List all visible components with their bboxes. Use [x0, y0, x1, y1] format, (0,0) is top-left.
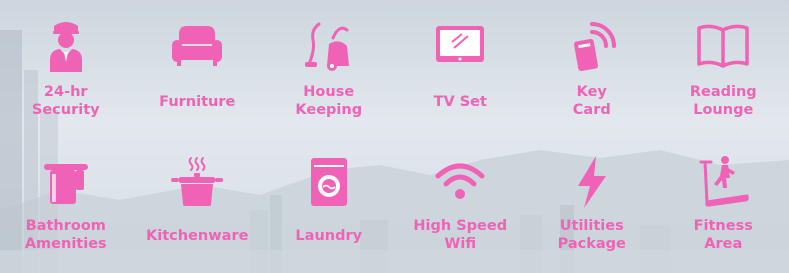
- open-book-icon: [691, 14, 755, 78]
- amenity-label: Fitness Area: [693, 218, 753, 252]
- amenity-reading: Reading Lounge: [658, 0, 789, 136]
- towel-rack-icon: [34, 150, 98, 214]
- amenity-furniture: Furniture: [132, 0, 264, 136]
- amenity-label: Furniture: [159, 94, 236, 110]
- amenity-housekeeping: House Keeping: [263, 0, 395, 136]
- lightning-bolt-icon: [560, 150, 624, 214]
- amenity-fitness: Fitness Area: [658, 136, 789, 273]
- vacuum-cleaner-icon: [297, 14, 361, 78]
- washing-machine-icon: [297, 150, 361, 214]
- amenity-kitchenware: Kitchenware: [132, 136, 264, 273]
- amenity-keycard: Key Card: [526, 0, 658, 136]
- security-guard-icon: [34, 14, 98, 78]
- amenity-laundry: Laundry: [263, 136, 395, 273]
- amenity-label: Kitchenware: [146, 228, 249, 244]
- amenity-utilities: Utilities Package: [526, 136, 658, 273]
- amenity-label: TV Set: [433, 94, 487, 110]
- amenity-label: High Speed Wifi: [413, 218, 508, 252]
- wifi-icon: [428, 150, 492, 214]
- amenity-bathroom: Bathroom Amenities: [0, 136, 132, 273]
- amenity-label: 24-hr Security: [31, 84, 100, 118]
- amenity-security: 24-hr Security: [0, 0, 132, 136]
- amenities-panel: 24-hr Security Furniture House Keeping T…: [0, 0, 789, 273]
- amenity-label: Key Card: [572, 84, 611, 118]
- cooking-pot-icon: [165, 150, 229, 214]
- tv-icon: [428, 14, 492, 78]
- amenity-label: Reading Lounge: [689, 84, 757, 118]
- amenity-tv: TV Set: [395, 0, 527, 136]
- key-card-icon: [560, 14, 624, 78]
- amenity-label: Laundry: [295, 228, 363, 244]
- treadmill-icon: [691, 150, 755, 214]
- amenity-label: Bathroom Amenities: [24, 218, 107, 252]
- amenity-wifi: High Speed Wifi: [395, 136, 527, 273]
- amenities-grid: 24-hr Security Furniture House Keeping T…: [0, 0, 789, 273]
- amenity-label: Utilities Package: [557, 218, 626, 252]
- sofa-icon: [165, 14, 229, 78]
- amenity-label: House Keeping: [295, 84, 363, 118]
